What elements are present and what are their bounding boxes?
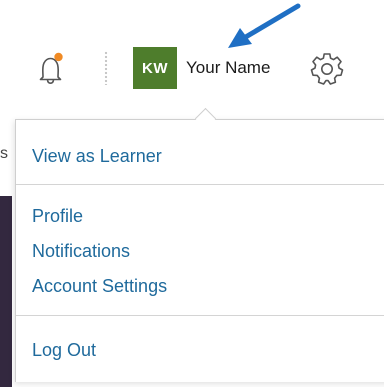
top-navbar: KW Your Name — [0, 0, 384, 112]
page-edge-text: s — [0, 145, 8, 162]
user-dropdown-menu: View as Learner Profile Notifications Ac… — [15, 119, 384, 382]
menu-item-view-as-learner[interactable]: View as Learner — [32, 146, 162, 167]
menu-item-notifications[interactable]: Notifications — [32, 241, 130, 262]
gear-icon — [310, 53, 344, 85]
notification-dot — [54, 52, 63, 62]
menu-item-log-out[interactable]: Log Out — [32, 340, 96, 361]
navbar-divider — [104, 51, 108, 85]
menu-divider — [16, 315, 384, 316]
page-side-bar — [0, 196, 12, 387]
user-name: Your Name — [186, 58, 271, 77]
avatar: KW — [133, 47, 177, 89]
notifications-button[interactable] — [34, 48, 66, 86]
annotation-arrow — [222, 0, 306, 56]
menu-item-account-settings[interactable]: Account Settings — [32, 276, 167, 297]
menu-divider — [16, 184, 384, 185]
menu-item-profile[interactable]: Profile — [32, 206, 83, 227]
bell-icon — [39, 52, 63, 85]
arrow-icon — [228, 3, 301, 48]
settings-button[interactable] — [310, 51, 344, 85]
screenshot-stage: KW Your Name s View as Learner Profile N… — [0, 0, 384, 387]
